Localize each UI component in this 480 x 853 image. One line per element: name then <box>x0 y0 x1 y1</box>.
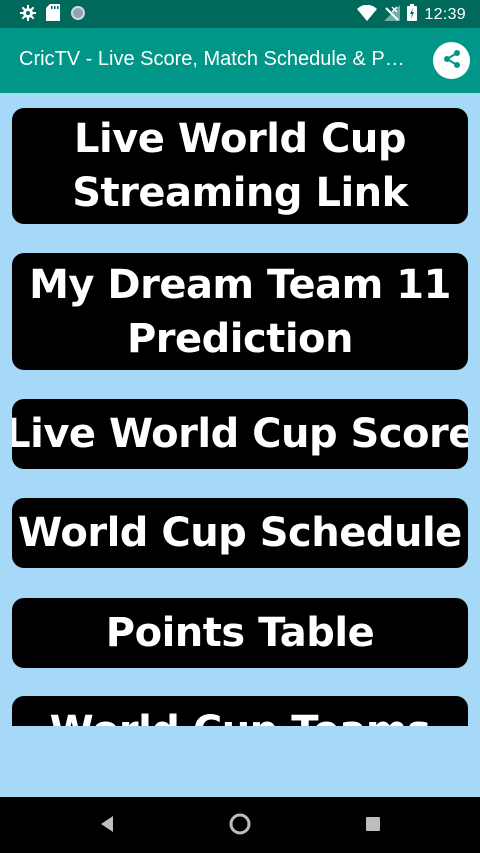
share-icon <box>442 49 462 73</box>
no-signal-icon <box>384 4 401 25</box>
back-icon[interactable] <box>99 811 115 841</box>
live-score-button[interactable]: Live World Cup Score <box>12 399 468 469</box>
button-label-line: Live World Cup <box>74 116 406 162</box>
button-label-line: World Cup Schedule <box>18 510 462 556</box>
button-label-line: Prediction <box>126 315 354 362</box>
button-label-line: World Cup Teams <box>50 704 431 726</box>
status-time: 12:39 <box>424 5 466 23</box>
gear-icon <box>20 4 36 25</box>
battery-icon <box>407 4 418 25</box>
sd-card-icon <box>46 4 60 25</box>
button-label-line: Points Table <box>105 610 375 656</box>
status-left-icons <box>20 4 86 25</box>
status-bar: 12:39 <box>0 0 480 28</box>
recents-icon[interactable] <box>364 811 382 841</box>
status-right-icons: 12:39 <box>357 4 466 25</box>
points-table-button[interactable]: Points Table <box>12 598 468 668</box>
wifi-icon <box>357 4 378 25</box>
app-bar: CricTV - Live Score, Match Schedule & Po… <box>0 28 480 93</box>
button-label-line: Live World Cup Score <box>12 411 468 457</box>
navigation-bar <box>0 797 480 853</box>
schedule-button[interactable]: World Cup Schedule <box>12 498 468 568</box>
app-title: CricTV - Live Score, Match Schedule & Po… <box>19 48 414 70</box>
circle-icon <box>70 5 86 25</box>
button-label-line: My Dream Team 11 <box>29 261 451 308</box>
live-streaming-button[interactable]: Live World Cup Streaming Link <box>12 108 468 224</box>
dream-team-prediction-button[interactable]: My Dream Team 11 Prediction <box>12 253 468 370</box>
share-button[interactable] <box>433 42 470 79</box>
button-label-line: Streaming Link <box>72 170 408 216</box>
world-cup-teams-button[interactable]: World Cup Teams <box>12 696 468 726</box>
menu-list[interactable]: Live World Cup Streaming Link My Dream T… <box>0 93 480 726</box>
home-icon[interactable] <box>228 811 252 841</box>
